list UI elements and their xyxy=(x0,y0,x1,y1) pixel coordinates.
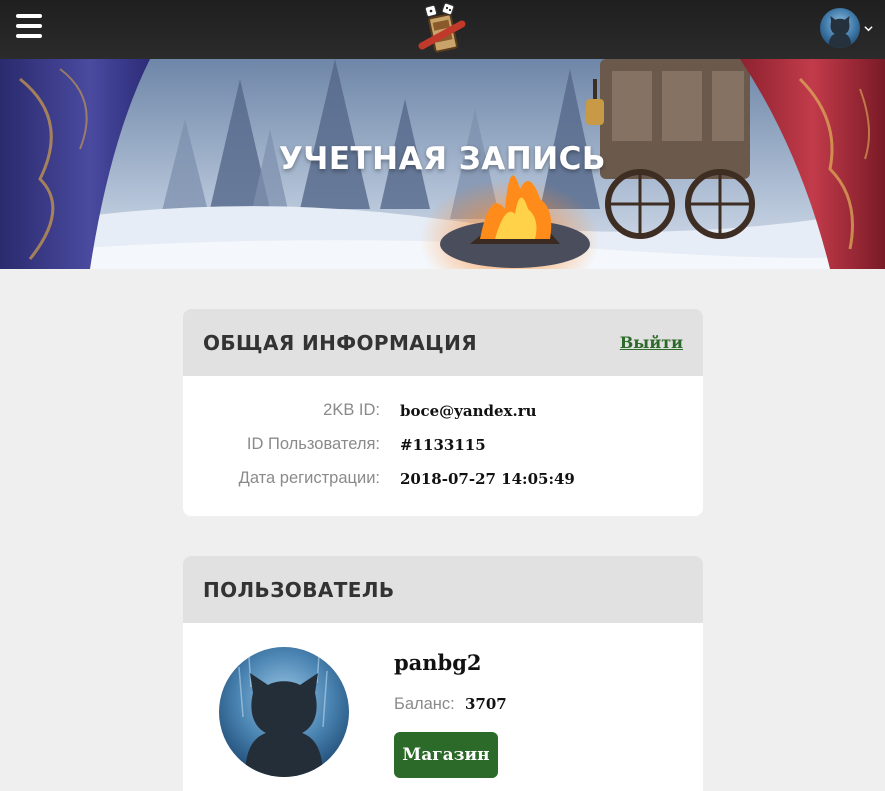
user-header: ПОЛЬЗОВАТЕЛЬ xyxy=(183,556,703,623)
info-label: 2KB ID: xyxy=(323,401,380,419)
top-bar xyxy=(0,0,885,59)
info-row-registration-date: Дата регистрации: 2018-07-27 14:05:49 xyxy=(183,469,703,493)
page-title: УЧЕТНАЯ ЗАПИСЬ xyxy=(278,141,607,177)
info-row-user-id: ID Пользователя: #1133115 xyxy=(183,435,703,459)
info-label: Дата регистрации: xyxy=(238,469,380,487)
hero-banner: УЧЕТНАЯ ЗАПИСЬ xyxy=(0,59,885,269)
user-avatar-icon[interactable] xyxy=(820,8,860,48)
avatar xyxy=(219,647,349,777)
game-logo-icon[interactable] xyxy=(416,2,470,58)
shop-button[interactable]: Магазин xyxy=(394,732,498,778)
cat-avatar-icon xyxy=(219,647,349,777)
balance-value: 3707 xyxy=(465,695,507,713)
user-card: ПОЛЬЗОВАТЕЛЬ panbg2 Баланс: 3707 Магазин xyxy=(183,556,703,791)
logout-link[interactable]: Выйти xyxy=(620,333,683,352)
user-card-title: ПОЛЬЗОВАТЕЛЬ xyxy=(203,578,395,602)
balance-label: Баланс: xyxy=(394,695,455,713)
info-value: #1133115 xyxy=(400,436,486,454)
account-menu[interactable] xyxy=(820,8,873,48)
username: panbg2 xyxy=(394,650,482,675)
general-info-title: ОБЩАЯ ИНФОРМАЦИЯ xyxy=(203,331,478,355)
general-info-header: ОБЩАЯ ИНФОРМАЦИЯ Выйти xyxy=(183,309,703,376)
hamburger-icon[interactable] xyxy=(16,14,42,38)
info-row-2kb-id: 2KB ID: boce@yandex.ru xyxy=(183,401,703,425)
chevron-down-icon[interactable] xyxy=(864,24,873,33)
info-label: ID Пользователя: xyxy=(246,435,380,453)
general-info-card: ОБЩАЯ ИНФОРМАЦИЯ Выйти 2KB ID: boce@yand… xyxy=(183,309,703,516)
info-value: boce@yandex.ru xyxy=(400,402,537,420)
info-value: 2018-07-27 14:05:49 xyxy=(400,470,575,488)
